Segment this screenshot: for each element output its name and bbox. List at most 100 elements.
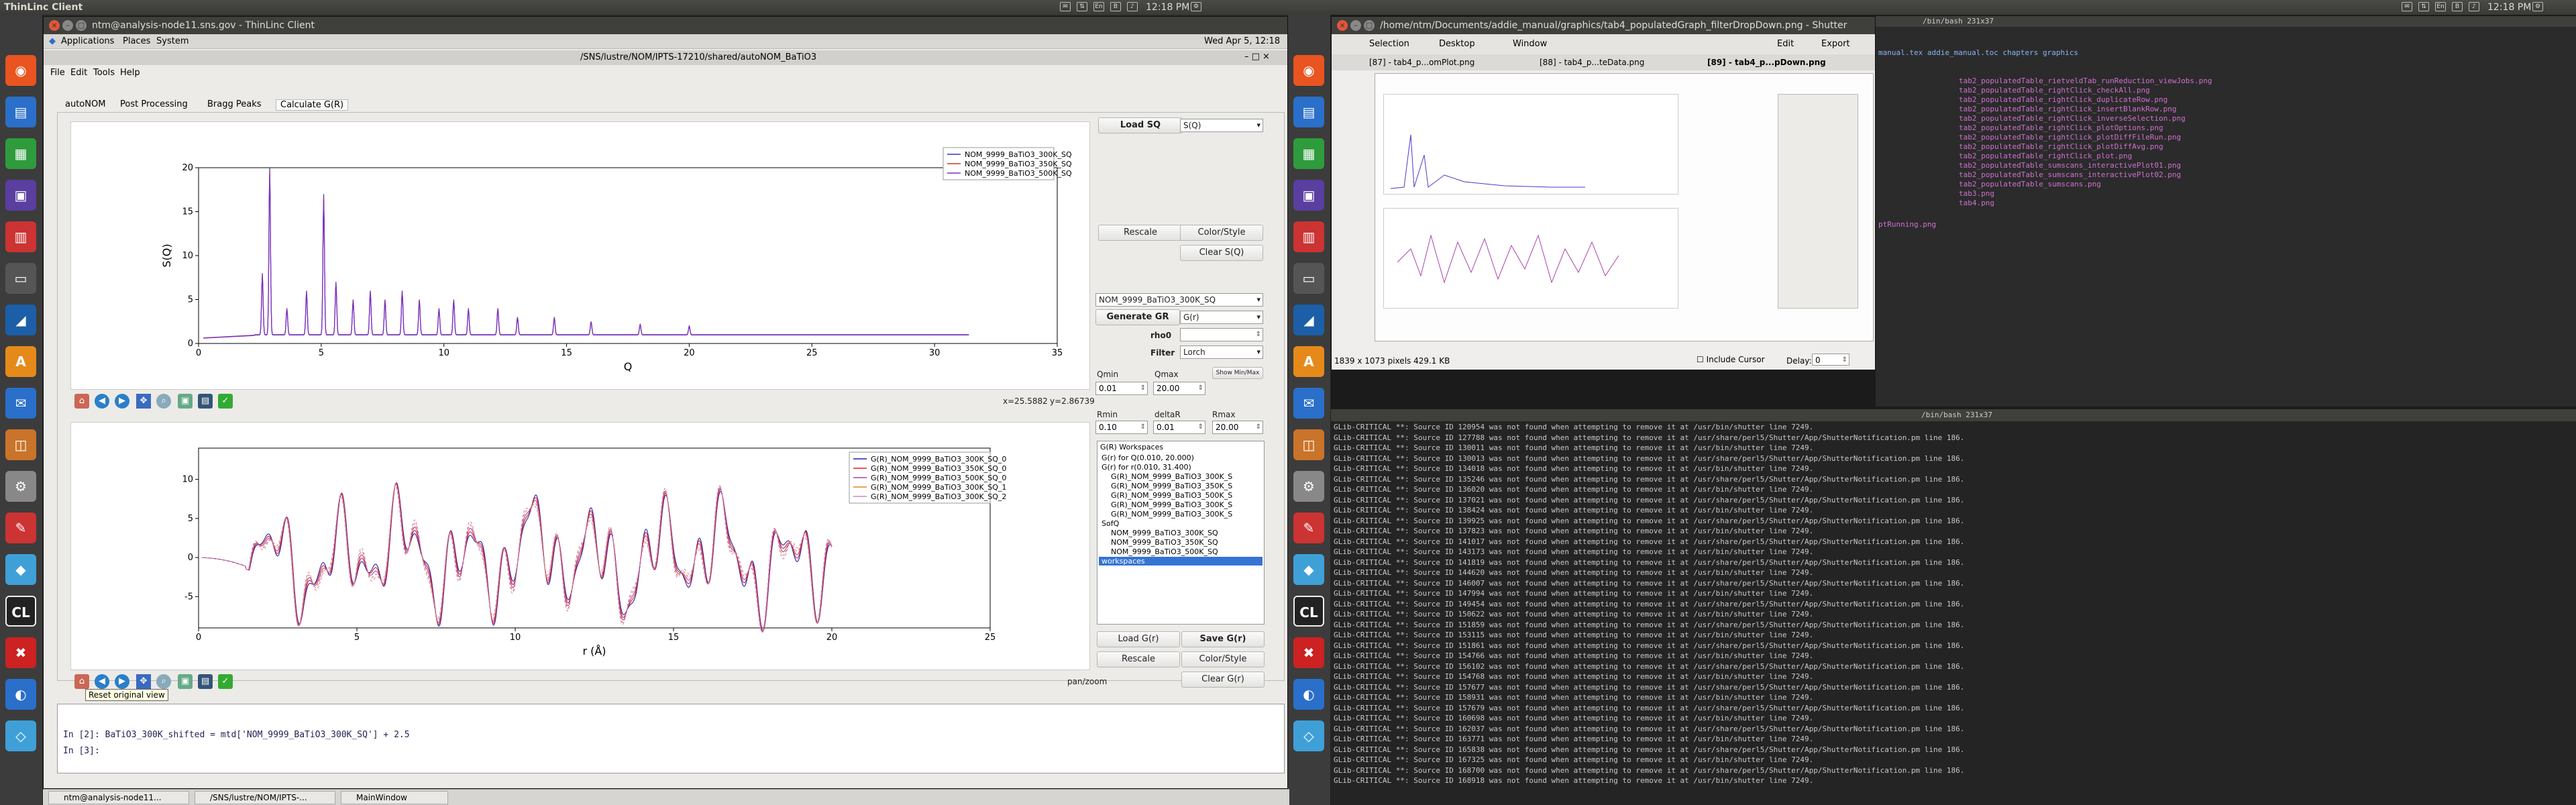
zoom-icon[interactable]: ⌕ — [156, 394, 171, 409]
zoom-icon-2[interactable]: ⌕ — [156, 674, 171, 689]
workspace-tree[interactable]: G(R) Workspaces G(r) for Q(0.010, 20.000… — [1097, 441, 1265, 625]
firefox-icon-r[interactable]: ◉ — [1293, 55, 1324, 86]
sq-type-select[interactable]: S(Q) — [1180, 119, 1263, 132]
clear-sq-button[interactable]: Clear S(Q) — [1180, 245, 1263, 261]
menu-system[interactable]: System — [156, 36, 189, 46]
edit-tool[interactable]: Edit — [1777, 39, 1794, 49]
mail-icon[interactable]: ✉ — [1060, 2, 1071, 11]
tree-item[interactable]: G(r) for r(0.010, 31.400) — [1102, 463, 1191, 472]
network-icon[interactable]: ⇅ — [1077, 2, 1087, 11]
home-icon-2[interactable]: ⌂ — [74, 674, 89, 689]
terminal-bottom[interactable]: /bin/bash 231x37 GLib-CRITICAL **: Sourc… — [1331, 409, 2576, 805]
tree-item[interactable]: SofQ — [1102, 519, 1119, 528]
console-prompt[interactable]: In [3]: — [63, 746, 100, 756]
sq-chart[interactable]: 0 5 10 15 20 25 30 35 0 5 10 15 20 Q S(Q) NOM_9999_BaTi… — [71, 122, 1091, 390]
save-icon[interactable]: ▤ — [198, 394, 213, 409]
settings-icon[interactable]: ⚙ — [1191, 2, 1201, 11]
box-icon-r[interactable]: ◆ — [1293, 554, 1324, 585]
menu-help[interactable]: Help — [120, 68, 140, 78]
volume-icon-2[interactable]: ♪ — [2469, 2, 2479, 11]
shutter-tab[interactable]: [87] - tab4_p...omPlot.png — [1369, 58, 1474, 67]
generate-gr-button[interactable]: Generate GR — [1095, 309, 1180, 325]
save-icon-2[interactable]: ▤ — [198, 674, 213, 689]
clear-gr-button[interactable]: Clear G(r) — [1181, 672, 1265, 688]
back-icon-2[interactable]: ◀ — [95, 674, 109, 689]
app-window-controls-icon[interactable]: – □ × — [1244, 52, 1270, 62]
menu-places[interactable]: Places — [123, 36, 150, 46]
writer-icon-r[interactable]: ▤ — [1293, 97, 1324, 127]
tree-item-selected[interactable]: workspaces — [1099, 557, 1263, 566]
tree-item[interactable]: NOM_9999_BaTiO3_300K_SQ — [1111, 529, 1218, 537]
load-sq-button[interactable]: Load SQ — [1098, 117, 1183, 133]
thunderbird-icon-r[interactable]: ✉ — [1293, 388, 1324, 419]
app-icon-3[interactable]: ◫ — [5, 429, 36, 460]
close-icon[interactable]: × — [49, 20, 60, 31]
maximize-icon[interactable]: □ — [76, 20, 87, 31]
gnome-foot-icon[interactable]: ◆ — [49, 36, 56, 46]
dropbox-icon[interactable]: ◇ — [5, 720, 36, 751]
task-terminal[interactable]: ntm@analysis-node11... — [48, 791, 189, 804]
tab-bragg-peaks[interactable]: Bragg Peaks — [207, 99, 262, 109]
task-mainwindow[interactable]: MainWindow — [341, 791, 448, 804]
edit-check-icon[interactable]: ✓ — [218, 394, 233, 409]
calc-icon[interactable]: ▦ — [5, 138, 36, 169]
close-icon-shutter[interactable]: × — [1337, 20, 1348, 31]
tools-icon-r[interactable]: ⚙ — [1293, 471, 1324, 502]
ipython-console[interactable]: In [2]: BaTiO3_300K_shifted = mtd['NOM_9… — [57, 704, 1285, 773]
window-tool[interactable]: Window — [1513, 39, 1547, 49]
menu-edit[interactable]: Edit — [70, 68, 87, 78]
shutter-tab[interactable]: [88] - tab4_p...teData.png — [1540, 58, 1644, 67]
menu-tools[interactable]: Tools — [93, 68, 115, 78]
calc-icon-r[interactable]: ▦ — [1293, 138, 1324, 169]
cl-icon[interactable]: CL — [5, 596, 36, 627]
maximize-icon-shutter[interactable]: □ — [1364, 20, 1375, 31]
selection-tool[interactable]: Selection — [1369, 39, 1409, 49]
qmin-input[interactable]: 0.01 — [1095, 382, 1148, 395]
box-icon[interactable]: ◆ — [5, 554, 36, 585]
desktop-tool[interactable]: Desktop — [1439, 39, 1475, 49]
clock-2[interactable]: 12:18 PM — [2487, 2, 2531, 13]
forward-icon[interactable]: ▶ — [115, 394, 129, 409]
minimize-icon[interactable]: – — [62, 20, 73, 31]
cl-icon-r[interactable]: CL — [1293, 596, 1324, 627]
minimize-icon-shutter[interactable]: – — [1350, 20, 1361, 31]
menu-applications[interactable]: Applications — [61, 36, 114, 46]
tab-post-processing[interactable]: Post Processing — [120, 99, 188, 109]
forward-icon-2[interactable]: ▶ — [115, 674, 129, 689]
show-minmax-button[interactable]: Show Min/Max — [1212, 367, 1263, 379]
pan-icon[interactable]: ✥ — [136, 394, 151, 409]
tree-item[interactable]: G(r) for Q(0.010, 20.000) — [1102, 453, 1194, 462]
configure-icon[interactable]: ▣ — [178, 394, 193, 409]
thunderbird-icon[interactable]: ✉ — [5, 388, 36, 419]
configure-icon-2[interactable]: ▣ — [178, 674, 193, 689]
app-icon-1[interactable]: ◢ — [5, 305, 36, 335]
keyboard-icon[interactable]: En — [1093, 2, 1104, 11]
impress-icon[interactable]: ▥ — [5, 221, 36, 252]
app-icon-2-r[interactable]: A — [1293, 346, 1324, 377]
app-icon-3-r[interactable]: ◫ — [1293, 429, 1324, 460]
tree-item[interactable]: G(R)_NOM_9999_BaTiO3_300K_S — [1111, 510, 1232, 519]
deltar-input[interactable]: 0.01 — [1153, 421, 1205, 434]
firefox-icon[interactable]: ◉ — [5, 55, 36, 86]
menu-file[interactable]: File — [50, 68, 65, 78]
tree-item[interactable]: G(R)_NOM_9999_BaTiO3_300K_S — [1111, 500, 1232, 509]
color-style-gr-button[interactable]: Color/Style — [1181, 651, 1265, 667]
network-icon-2[interactable]: ⇅ — [2418, 2, 2429, 11]
load-gr-button[interactable]: Load G(r) — [1097, 631, 1180, 647]
workspace-select[interactable]: NOM_9999_BaTiO3_300K_SQ — [1095, 293, 1263, 307]
files-icon-r[interactable]: ▣ — [1293, 180, 1324, 211]
tab-calculate-gr[interactable]: Calculate G(R) — [276, 99, 349, 111]
tools-icon[interactable]: ⚙ — [5, 471, 36, 502]
files-icon[interactable]: ▣ — [5, 180, 36, 211]
tree-item[interactable]: G(R)_NOM_9999_BaTiO3_300K_S — [1111, 472, 1232, 481]
shutter-tab-active[interactable]: [89] - tab4_p...pDown.png — [1707, 58, 1826, 67]
color-style-button[interactable]: Color/Style — [1180, 225, 1263, 241]
edit-check-icon-2[interactable]: ✓ — [218, 674, 233, 689]
writer-icon[interactable]: ▤ — [5, 97, 36, 127]
back-icon[interactable]: ◀ — [95, 394, 109, 409]
gr-chart[interactable]: 0 5 10 15 20 25 -5 0 5 10 r (Å) G(R)_NOM_9999_BaTiO… — [71, 423, 1091, 671]
impress-icon-r[interactable]: ▥ — [1293, 221, 1324, 252]
bluetooth-icon-2[interactable]: B — [2452, 2, 2463, 11]
export-tool[interactable]: Export — [1821, 39, 1850, 49]
clock[interactable]: 12:18 PM — [1146, 2, 1189, 13]
